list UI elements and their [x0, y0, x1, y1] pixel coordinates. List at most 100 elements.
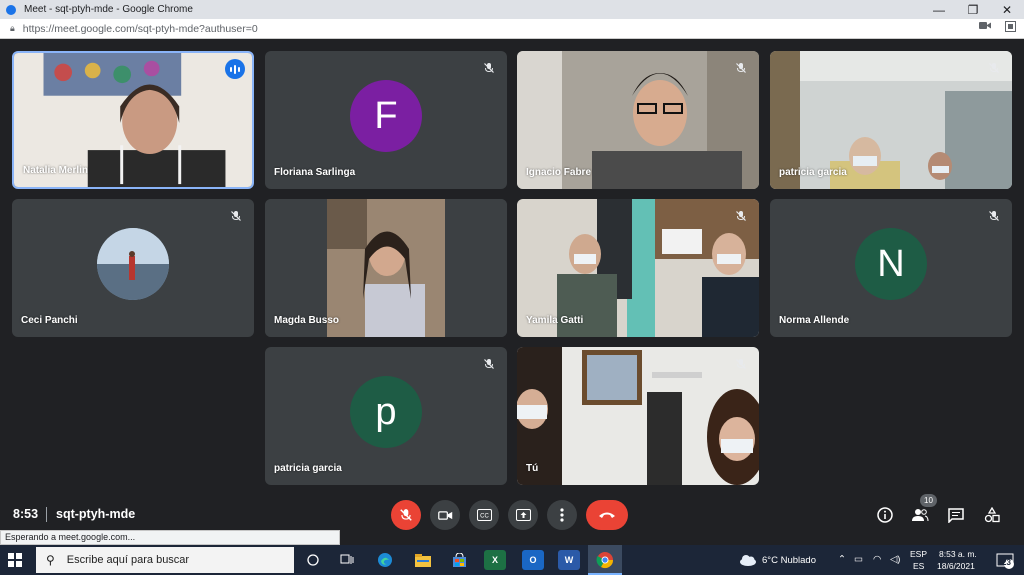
participant-avatar: p — [350, 376, 422, 448]
mic-off-icon — [228, 208, 244, 224]
chat-icon — [948, 507, 964, 523]
mic-off-icon — [400, 509, 412, 521]
weather-icon[interactable] — [737, 550, 759, 570]
participant-name: Ignacio Fabre — [526, 167, 592, 178]
present-icon — [515, 509, 531, 521]
edge-icon[interactable] — [374, 550, 396, 570]
taskbar-date[interactable]: 18/6/2021 — [937, 561, 975, 571]
participant-avatar: N — [855, 228, 927, 300]
store-icon[interactable] — [448, 550, 470, 570]
activities-button[interactable] — [981, 504, 1003, 526]
activities-icon — [984, 507, 1000, 523]
svg-text:CC: CC — [480, 514, 489, 520]
captions-icon: CC — [476, 509, 492, 521]
participant-tile[interactable]: Natalia Merlin — [12, 51, 254, 189]
address-bar[interactable]: 🔒︎ https://meet.google.com/sqt-ptyh-mde?… — [0, 19, 1024, 39]
task-view-icon[interactable] — [336, 550, 358, 570]
participant-tile[interactable]: Ignacio Fabre — [517, 51, 759, 189]
minimize-button[interactable]: — — [922, 0, 956, 19]
participant-name: Norma Allende — [779, 315, 850, 326]
meeting-details-button[interactable] — [874, 504, 896, 526]
chat-button[interactable] — [945, 504, 967, 526]
qr-icon[interactable] — [1005, 21, 1016, 35]
weather-text[interactable]: 6°C Nublado — [762, 555, 816, 566]
participant-tile[interactable]: p patricia garcia — [265, 347, 507, 485]
taskbar-time[interactable]: 8:53 a. m. — [939, 549, 977, 559]
leave-call-button[interactable] — [586, 500, 628, 530]
mic-off-icon — [733, 208, 749, 224]
participant-tile[interactable]: Tú — [517, 347, 759, 485]
participant-name: Floriana Sarlinga — [274, 167, 356, 178]
url-text[interactable]: https://meet.google.com/sqt-ptyh-mde?aut… — [23, 23, 258, 35]
participant-grid: Natalia Merlin F Floriana Sarlinga Ignac… — [0, 39, 1024, 495]
close-button[interactable]: ✕ — [990, 0, 1024, 19]
participant-name: Yamila Gatti — [526, 315, 584, 326]
participant-tile[interactable]: F Floriana Sarlinga — [265, 51, 507, 189]
window-controls: — ❐ ✕ — [922, 0, 1024, 19]
mic-off-icon — [481, 60, 497, 76]
wifi-icon[interactable]: ◠ — [873, 554, 881, 565]
notification-count: 23 — [1002, 558, 1011, 567]
volume-icon[interactable]: ◁) — [890, 554, 900, 565]
mic-toggle-button[interactable] — [391, 500, 421, 530]
mic-off-icon — [733, 60, 749, 76]
chrome-icon — [594, 550, 616, 570]
hang-up-icon — [599, 512, 615, 518]
excel-icon[interactable]: X — [484, 550, 506, 570]
more-options-button[interactable] — [547, 500, 577, 530]
participant-name: Tú — [526, 463, 539, 474]
participant-avatar: F — [350, 80, 422, 152]
mic-off-icon — [481, 356, 497, 372]
chrome-icon — [6, 4, 16, 15]
title-bar: Meet - sqt-ptyh-mde - Google Chrome — ❐ … — [0, 0, 1024, 19]
taskbar-search[interactable]: ⚲ Escribe aquí para buscar — [36, 547, 294, 573]
people-count-badge: 10 — [920, 494, 937, 507]
file-explorer-icon[interactable] — [412, 550, 434, 570]
participant-video — [517, 347, 759, 485]
info-icon — [877, 507, 893, 523]
present-button[interactable] — [508, 500, 538, 530]
windows-start-icon[interactable] — [8, 553, 22, 567]
participant-name: patricia garcia — [274, 463, 342, 474]
mic-off-icon — [986, 208, 1002, 224]
participant-avatar — [97, 228, 169, 300]
participant-tile[interactable]: Magda Busso — [265, 199, 507, 337]
participant-name: Natalia Merlin — [23, 165, 89, 176]
participant-tile[interactable]: patricia garcia — [770, 51, 1012, 189]
participant-name: Ceci Panchi — [21, 315, 78, 326]
word-icon[interactable]: W — [558, 550, 580, 570]
meeting-code: sqt-ptyh-mde — [56, 507, 136, 521]
mic-off-icon — [986, 60, 1002, 76]
maximize-button[interactable]: ❐ — [956, 0, 990, 19]
window-title: Meet - sqt-ptyh-mde - Google Chrome — [24, 4, 193, 15]
participant-name: Magda Busso — [274, 315, 340, 326]
tray-chevron-icon[interactable]: ⌃ — [838, 554, 846, 565]
search-icon: ⚲ — [46, 553, 55, 567]
search-placeholder: Escribe aquí para buscar — [66, 554, 190, 566]
speaking-indicator-icon — [225, 59, 245, 79]
captions-button[interactable]: CC — [469, 500, 499, 530]
participant-tile[interactable]: Yamila Gatti — [517, 199, 759, 337]
windows-taskbar: ⚲ Escribe aquí para buscar X O W 6°C Nub… — [0, 545, 1024, 575]
camera-icon — [437, 510, 452, 520]
mic-off-icon — [733, 356, 749, 372]
participant-tile[interactable]: Ceci Panchi — [12, 199, 254, 337]
meeting-time: 8:53 — [13, 507, 39, 521]
chrome-taskbar-active[interactable] — [588, 545, 622, 575]
outlook-icon[interactable]: O — [522, 550, 544, 570]
meeting-controls-bar: 8:53 sqt-ptyh-mde CC — [0, 495, 1024, 533]
lock-icon[interactable]: 🔒︎ — [10, 23, 15, 34]
divider — [46, 507, 47, 522]
address-icons — [979, 21, 1016, 35]
cortana-icon[interactable] — [302, 550, 324, 570]
people-icon — [912, 509, 929, 522]
network-icon[interactable]: ▭ — [854, 554, 863, 565]
people-button[interactable] — [909, 504, 931, 526]
more-vert-icon — [560, 508, 564, 522]
participant-tile[interactable]: N Norma Allende — [770, 199, 1012, 337]
language-bottom[interactable]: ES — [913, 561, 924, 571]
camera-icon[interactable] — [979, 21, 991, 35]
camera-toggle-button[interactable] — [430, 500, 460, 530]
language-top[interactable]: ESP — [910, 549, 927, 559]
participant-name: patricia garcia — [779, 167, 847, 178]
